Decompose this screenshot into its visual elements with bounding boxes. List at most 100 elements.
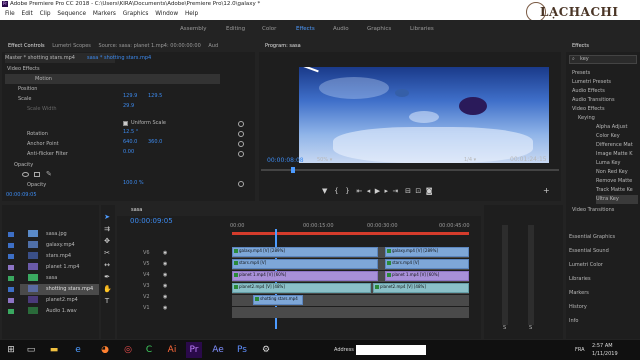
project-file-5[interactable]: shotting stars.mp4 (46, 286, 93, 292)
opacity-value[interactable]: 100.0 % (123, 180, 144, 186)
track-eye-icon[interactable]: ◉ (163, 281, 167, 292)
effects-item-track-matte-key[interactable]: Track Matte Ke (596, 186, 633, 195)
workspace-graphics[interactable]: Graphics (367, 26, 391, 32)
track-eye-icon[interactable]: ◉ (163, 259, 167, 270)
selection-tool-icon[interactable]: ➤ (103, 213, 111, 221)
menu-file[interactable]: File (5, 11, 15, 17)
effects-item-image-matte-key[interactable]: Image Matte K (596, 150, 633, 159)
timeline-clip[interactable]: galaxy.mp4 [V] [289%] (232, 247, 378, 257)
panel-history[interactable]: History (569, 303, 587, 312)
track-eye-icon[interactable]: ◉ (163, 248, 167, 259)
tab-effect-controls[interactable]: Effect Controls (8, 43, 45, 49)
program-timecode[interactable]: 00:00:08:08 (267, 157, 304, 164)
export-frame-icon[interactable]: ◙ (426, 187, 433, 195)
panel-info[interactable]: Info (569, 317, 578, 326)
track-select-tool-icon[interactable]: ⇉ (103, 225, 111, 233)
effects-search-input[interactable]: ⌕ key (569, 55, 637, 64)
workspace-libraries[interactable]: Libraries (410, 26, 434, 32)
tab-audio[interactable]: Aud (208, 43, 218, 49)
menu-markers[interactable]: Markers (93, 11, 116, 17)
slip-tool-icon[interactable]: ↔ (103, 261, 111, 269)
play-icon[interactable]: ▶ (375, 187, 380, 195)
go-to-in-icon[interactable]: ⇤ (356, 187, 362, 195)
tab-program[interactable]: Program: sasa (265, 43, 301, 49)
menu-window[interactable]: Window (155, 11, 178, 17)
effects-item-video-effects[interactable]: Video Effects (572, 105, 605, 114)
razor-tool-icon[interactable]: ✂ (103, 249, 111, 257)
address-input[interactable] (356, 345, 426, 355)
menu-help[interactable]: Help (185, 11, 198, 17)
effect-controls-timecode[interactable]: 00:00:09:05 (6, 192, 37, 198)
effects-item-non-red-key[interactable]: Non Red Key (596, 168, 628, 177)
reset-icon[interactable] (238, 121, 244, 127)
track-eye-icon[interactable]: ◉ (163, 303, 167, 314)
reset-icon[interactable] (238, 141, 244, 147)
firefox-icon[interactable]: ◕ (97, 342, 113, 358)
project-file-1[interactable]: galaxy.mp4 (46, 242, 75, 248)
timeline-clip[interactable]: stars.mp4 [V] (385, 259, 469, 269)
menu-graphics[interactable]: Graphics (123, 11, 149, 17)
effects-item-lumetri-presets[interactable]: Lumetri Presets (572, 78, 611, 87)
anchor-x-value[interactable]: 640.0 (123, 139, 137, 145)
rotation-value[interactable]: 12.5 ° (123, 129, 138, 135)
windows-start-icon[interactable]: ⊞ (3, 342, 19, 358)
after-effects-icon[interactable]: Ae (210, 342, 226, 358)
workspace-audio[interactable]: Audio (333, 26, 349, 32)
effects-item-alpha-adjust[interactable]: Alpha Adjust (596, 123, 627, 132)
task-view-icon[interactable]: ▭ (23, 342, 39, 358)
rectangle-mask-icon[interactable] (34, 172, 40, 177)
timeline-clip[interactable]: planet 1.mp4 [V] [60%] (385, 271, 469, 281)
program-video-frame[interactable] (299, 67, 549, 163)
anchor-y-value[interactable]: 360.0 (148, 139, 162, 145)
reset-icon[interactable] (238, 151, 244, 157)
extract-icon[interactable]: ⊡ (415, 187, 421, 195)
project-file-3[interactable]: planet 1.mp4 (46, 264, 79, 270)
effects-item-remove-matte[interactable]: Remove Matte (596, 177, 632, 186)
add-button-icon[interactable]: + (543, 186, 550, 195)
step-forward-icon[interactable]: ▸ (385, 187, 389, 195)
panel-essential-graphics[interactable]: Essential Graphics (569, 233, 615, 242)
effects-item-audio-transitions[interactable]: Audio Transitions (572, 96, 615, 105)
panel-lumetri-color[interactable]: Lumetri Color (569, 261, 603, 270)
playhead-bar[interactable] (261, 169, 559, 171)
reset-icon[interactable] (238, 181, 244, 187)
timeline-timecode[interactable]: 00:00:09:05 (130, 217, 173, 225)
illustrator-icon[interactable]: Ai (164, 342, 180, 358)
lift-icon[interactable]: ⊟ (405, 187, 411, 195)
effects-item-presets[interactable]: Presets (572, 69, 590, 78)
menu-edit[interactable]: Edit (22, 11, 33, 17)
reset-icon[interactable] (238, 131, 244, 137)
uniform-scale-checkbox[interactable] (123, 121, 128, 126)
tab-effects[interactable]: Effects (572, 43, 589, 49)
motion-row[interactable]: Motion (5, 74, 220, 84)
playhead-marker[interactable] (291, 167, 295, 173)
premiere-taskbar-icon[interactable]: Pr (186, 342, 202, 358)
photoshop-icon[interactable]: Ps (234, 342, 250, 358)
file-explorer-icon[interactable]: ▬ (46, 342, 62, 358)
track-eye-icon[interactable]: ◉ (163, 270, 167, 281)
timeline-clip[interactable]: shotting stars.mp4 (253, 295, 303, 305)
resolution-select[interactable]: 1/4 ▾ (464, 157, 476, 163)
solo-left-button[interactable]: S (503, 325, 506, 331)
chrome-icon[interactable]: ◎ (120, 342, 136, 358)
settings-icon[interactable]: ⚙ (258, 342, 274, 358)
solo-right-button[interactable]: S (529, 325, 532, 331)
tab-sequence-sasa[interactable]: sasa (131, 207, 142, 213)
marker-icon[interactable]: ▼ (322, 187, 327, 195)
timeline-clip[interactable]: galaxy.mp4 [V] [289%] (385, 247, 469, 257)
antiflicker-value[interactable]: 0.00 (123, 149, 134, 155)
ripple-edit-tool-icon[interactable]: ✥ (103, 237, 111, 245)
pen-mask-icon[interactable]: ✎ (46, 170, 52, 178)
pen-tool-icon[interactable]: ✒ (103, 273, 111, 281)
workspace-assembly[interactable]: Assembly (180, 26, 207, 32)
effects-item-luma-key[interactable]: Luma Key (596, 159, 620, 168)
timeline-clip[interactable]: stars.mp4 [V] (232, 259, 378, 269)
panel-libraries[interactable]: Libraries (569, 275, 591, 284)
clock-date[interactable]: 1/11/2019 (592, 351, 618, 357)
project-file-0[interactable]: sasa.jpg (46, 231, 67, 237)
type-tool-icon[interactable]: T (103, 297, 111, 305)
tab-source[interactable]: Source: sasa: planet 1.mp4: 00:00:00:00 (99, 43, 201, 49)
workspace-color[interactable]: Color (262, 26, 276, 32)
project-file-6[interactable]: planet2.mp4 (46, 297, 78, 303)
step-back-icon[interactable]: ◂ (367, 187, 371, 195)
